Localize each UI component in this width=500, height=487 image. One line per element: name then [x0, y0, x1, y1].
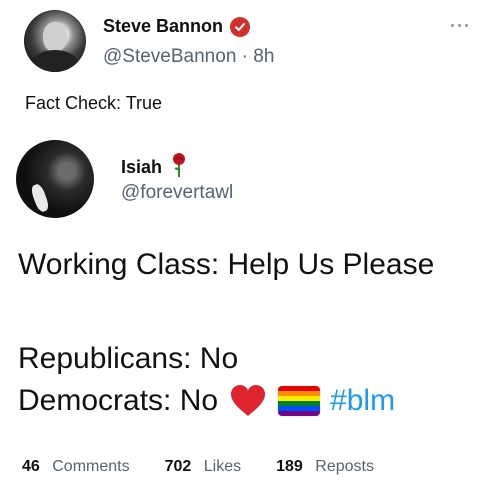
comments-count: 46	[22, 458, 40, 475]
verified-icon	[230, 16, 251, 37]
author-name-row[interactable]: Steve Bannon	[103, 16, 251, 37]
avatar-highlight	[29, 182, 51, 214]
reposts-stat[interactable]: 189 Reposts	[276, 458, 374, 476]
post-text: Fact Check: True	[25, 93, 163, 113]
quoted-author-name-row[interactable]: Isiah	[121, 152, 188, 183]
reposts-label: Reposts	[315, 458, 374, 475]
quoted-post-line-2: Republicans: No	[18, 342, 239, 375]
quoted-author-handle[interactable]: @forevertawl	[121, 182, 233, 204]
likes-label: Likes	[203, 458, 242, 475]
avatar-face	[43, 22, 67, 52]
rose-icon	[170, 152, 188, 183]
reposts-count: 189	[276, 458, 303, 475]
steve-bannon-avatar[interactable]	[24, 10, 86, 72]
quoted-author-name[interactable]: Isiah	[121, 157, 162, 178]
rainbow-flag-icon	[278, 386, 321, 416]
more-options-icon[interactable]	[451, 18, 479, 32]
quoted-post-line-1: Working Class: Help Us Please	[18, 248, 435, 281]
author-handle-time[interactable]: @SteveBannon · 8h	[103, 46, 274, 68]
comments-stat[interactable]: 46 Comments	[22, 458, 130, 476]
hashtag-blm[interactable]: #blm	[330, 384, 395, 418]
author-name[interactable]: Steve Bannon	[103, 16, 223, 37]
comments-label: Comments	[52, 458, 130, 475]
quoted-post-line-3: Democrats: No	[18, 384, 219, 417]
post-stats: 46 Comments 702 Likes 189 Reposts	[22, 458, 374, 476]
likes-count: 702	[164, 458, 192, 475]
likes-stat[interactable]: 702 Likes	[165, 458, 242, 476]
isiah-avatar[interactable]	[16, 140, 94, 218]
red-heart-icon	[228, 384, 268, 418]
quoted-post-line-3-row: Democrats: No #blm	[18, 384, 395, 418]
avatar-shirt	[32, 50, 78, 72]
